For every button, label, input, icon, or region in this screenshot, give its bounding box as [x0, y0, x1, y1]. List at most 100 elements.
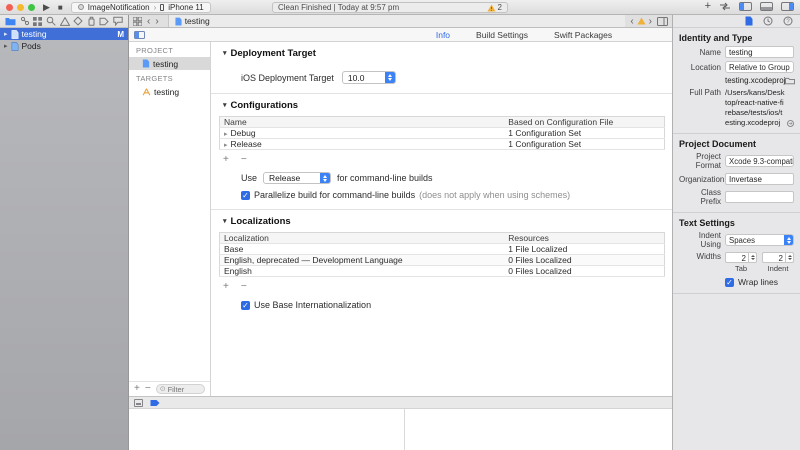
add-configuration-button[interactable]: + [223, 155, 229, 165]
zoom-window-button[interactable] [28, 4, 35, 11]
filter-field[interactable]: ⊙ [156, 384, 205, 394]
toggle-inspector-button[interactable] [781, 2, 794, 11]
full-path-label: Full Path [679, 88, 721, 97]
choose-folder-icon[interactable] [785, 77, 795, 85]
table-row[interactable]: ▸Debug 1 Configuration Set [220, 128, 665, 139]
reveal-path-arrow-icon[interactable]: ➔ [787, 120, 794, 127]
section-disclosure-icon[interactable]: ▾ [223, 102, 227, 109]
indent-width-stepper[interactable] [786, 252, 794, 263]
tab-info[interactable]: Info [436, 30, 450, 40]
section-disclosure-icon[interactable]: ▾ [223, 50, 227, 57]
previous-issue-button[interactable]: ‹ [630, 16, 633, 27]
toggle-navigator-button[interactable] [739, 2, 752, 11]
breakpoints-toggle-icon[interactable] [150, 399, 160, 407]
quick-help-inspector-icon[interactable]: ? [783, 16, 793, 26]
activity-status-bar[interactable]: Clean Finished | Today at 9:57 pm 2 [272, 2, 508, 13]
indent-using-popup[interactable]: Spaces [725, 234, 794, 246]
history-inspector-icon[interactable] [763, 16, 773, 26]
table-row[interactable]: Base 1 File Localized [220, 244, 665, 255]
debug-bar [129, 396, 672, 409]
editor-options-icon[interactable] [657, 17, 668, 26]
editor-arrows-icon[interactable] [719, 2, 731, 11]
base-internationalization-checkbox[interactable] [241, 301, 250, 310]
tab-overview-icon[interactable] [133, 17, 142, 26]
disclosure-triangle-icon[interactable]: ▸ [4, 31, 8, 38]
file-icon [175, 17, 182, 26]
project-navigator-icon[interactable] [5, 16, 16, 26]
configurations-table: Name Based on Configuration File ▸Debug … [219, 116, 665, 150]
remove-target-button[interactable]: − [145, 384, 151, 394]
targets-header: TARGETS [129, 70, 210, 85]
outline-item-label: testing [154, 87, 179, 97]
console-split-divider[interactable] [404, 409, 405, 450]
navigator-item-pods[interactable]: ▸ Pods [0, 40, 128, 52]
add-editor-button[interactable]: + [705, 2, 711, 11]
project-format-popup[interactable]: Xcode 9.3-compatible [725, 155, 794, 167]
organization-field[interactable] [725, 173, 794, 185]
popup-value: Spaces [726, 235, 784, 245]
debug-console-area[interactable] [129, 409, 672, 450]
name-field[interactable] [725, 46, 794, 58]
remove-configuration-button[interactable]: − [241, 155, 247, 165]
parallelize-checkbox[interactable] [241, 191, 250, 200]
find-navigator-icon[interactable] [46, 16, 56, 26]
tab-width-field[interactable]: 2 [725, 252, 749, 263]
scheme-selector[interactable]: ImageNotification › iPhone 11 [71, 2, 211, 13]
tab-swift-packages[interactable]: Swift Packages [554, 30, 612, 40]
section-disclosure-icon[interactable]: ▾ [223, 218, 227, 225]
forward-button[interactable]: › [155, 16, 158, 27]
editor-tab-testing[interactable]: testing [168, 15, 626, 27]
command-line-config-popup[interactable]: Release [263, 172, 331, 184]
column-header[interactable]: Localization [220, 233, 505, 244]
add-target-button[interactable]: + [134, 384, 140, 394]
stop-button[interactable]: ■ [58, 3, 63, 12]
table-row[interactable]: English, deprecated — Development Langua… [220, 255, 665, 266]
disclosure-triangle-icon[interactable]: ▸ [224, 142, 228, 149]
column-header[interactable]: Based on Configuration File [504, 117, 664, 128]
breakpoint-navigator-icon[interactable] [99, 17, 109, 26]
minimize-window-button[interactable] [17, 4, 24, 11]
symbol-navigator-icon[interactable] [33, 17, 42, 26]
indent-width-field[interactable]: 2 [762, 252, 786, 263]
location-popup[interactable]: Relative to Group [725, 61, 794, 73]
warning-icon [487, 4, 496, 12]
source-control-icon[interactable] [20, 16, 30, 26]
warning-icon [637, 17, 646, 25]
section-title: Localizations [231, 216, 291, 227]
table-row[interactable]: ▸Release 1 Configuration Set [220, 139, 665, 150]
filter-input[interactable] [168, 385, 201, 394]
outline-project-testing[interactable]: testing [129, 57, 210, 70]
popup-arrows-icon [320, 173, 330, 183]
file-inspector-icon[interactable] [745, 16, 753, 26]
section-divider [211, 209, 672, 210]
report-navigator-icon[interactable] [113, 16, 123, 26]
add-localization-button[interactable]: + [223, 282, 229, 292]
hide-debug-area-icon[interactable] [134, 399, 143, 407]
issue-navigator-icon[interactable] [60, 17, 70, 26]
table-row[interactable]: English 0 Files Localized [220, 266, 665, 277]
remove-localization-button[interactable]: − [241, 282, 247, 292]
class-prefix-field[interactable] [725, 191, 794, 203]
next-issue-button[interactable]: › [649, 16, 652, 27]
toggle-document-outline-icon[interactable] [134, 31, 145, 39]
debug-navigator-icon[interactable] [87, 16, 96, 26]
tab-width-stepper[interactable] [749, 252, 757, 263]
disclosure-triangle-icon[interactable]: ▸ [224, 131, 228, 138]
tab-caption: Tab [735, 264, 747, 273]
editor-tab-bar: ‹ › testing ‹ › [129, 15, 672, 28]
close-window-button[interactable] [6, 4, 13, 11]
back-button[interactable]: ‹ [147, 16, 150, 27]
column-header[interactable]: Name [220, 117, 505, 128]
ios-deployment-target-popup[interactable]: 10.0 [342, 71, 396, 84]
navigator-item-testing[interactable]: ▸ testing M [0, 28, 128, 40]
disclosure-triangle-icon[interactable]: ▸ [4, 43, 8, 50]
toolbar-right-buttons: + [705, 2, 794, 11]
tab-build-settings[interactable]: Build Settings [476, 30, 528, 40]
test-navigator-icon[interactable] [73, 16, 83, 26]
outline-target-testing[interactable]: testing [129, 85, 210, 98]
column-header[interactable]: Resources [504, 233, 664, 244]
modified-badge: M [117, 30, 124, 39]
run-button[interactable]: ▶ [43, 3, 50, 12]
toggle-debug-area-button[interactable] [760, 2, 773, 11]
wrap-lines-checkbox[interactable] [725, 278, 734, 287]
